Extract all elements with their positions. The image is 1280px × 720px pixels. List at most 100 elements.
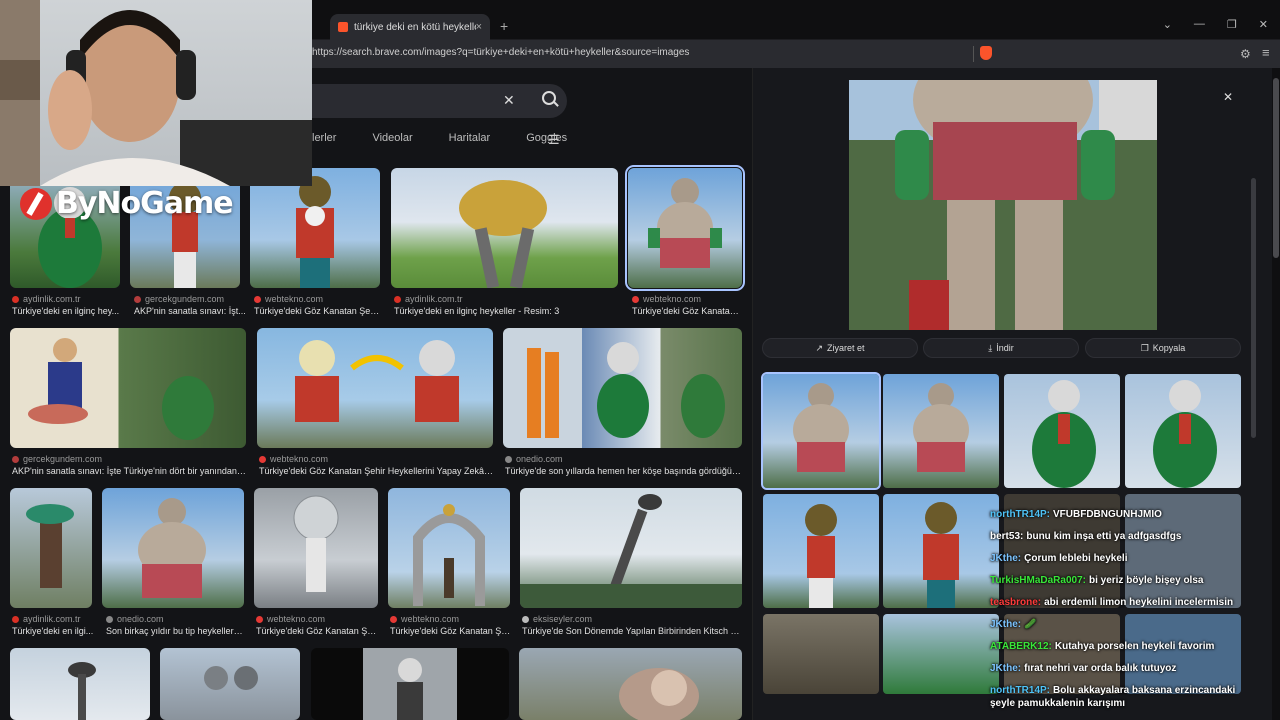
url-text[interactable]: https://search.brave.com/images?q=türkiy…	[312, 47, 689, 58]
minimize-icon[interactable]: —	[1194, 18, 1205, 31]
tab-title: türkiye deki en kötü heykeller - B	[354, 21, 476, 33]
image-result[interactable]	[257, 328, 493, 448]
image-result[interactable]	[160, 648, 300, 720]
tab-videos[interactable]: Videolar	[372, 132, 412, 144]
source-favicon-icon	[390, 615, 397, 623]
statue-thumbnail	[805, 504, 837, 608]
result-source: eksiseyler.com	[522, 614, 592, 624]
chat-text: fırat nehri var orda balık tutuyoz	[1024, 663, 1177, 674]
statue-thumbnail	[28, 338, 214, 440]
chat-message: northTR14P: Bolu akkayalara baksana erzin…	[990, 680, 1250, 710]
similar-image[interactable]	[883, 614, 999, 694]
chat-message: JKthe: fırat nehri var orda balık tutuyoz	[990, 658, 1250, 680]
result-title[interactable]: Türkiye'deki Göz Kanatan ...	[632, 306, 742, 316]
statue-thumbnail	[1153, 380, 1217, 488]
source-favicon-icon	[394, 295, 401, 303]
result-title[interactable]: Türkiye'deki Göz Kanatan Şeh...	[256, 626, 380, 636]
image-result[interactable]	[388, 488, 510, 608]
tab-close-icon[interactable]: ×	[476, 21, 482, 33]
page-scrollbar[interactable]	[1272, 68, 1280, 720]
image-result[interactable]	[520, 488, 742, 608]
image-result[interactable]	[102, 488, 244, 608]
result-title[interactable]: Türkiye'deki Göz Kanatan Şehir Heykeller…	[259, 466, 493, 476]
preview-image[interactable]	[849, 80, 1157, 330]
image-result[interactable]	[503, 328, 742, 448]
brave-shields-icon[interactable]	[980, 46, 992, 60]
source-favicon-icon	[505, 455, 512, 463]
chat-text: VFUBFDBNGUNHJMIO	[1053, 509, 1162, 520]
statue-thumbnail	[293, 495, 339, 592]
lion-statue-thumbnail	[619, 668, 699, 720]
chat-username: JKthe:	[990, 663, 1022, 674]
source-favicon-icon	[12, 295, 19, 303]
result-source: webtekno.com	[254, 294, 323, 304]
similar-image[interactable]	[883, 494, 999, 608]
chat-message: JKthe: 🥒	[990, 614, 1250, 636]
result-title[interactable]: Son birkaç yıldır bu tip heykelleri g...	[106, 626, 244, 636]
image-result[interactable]	[254, 488, 378, 608]
download-button[interactable]: ⤓ İndir	[923, 338, 1079, 358]
result-title[interactable]: Türkiye'deki Göz Kanatan Şehir...	[254, 306, 382, 316]
external-link-icon: ↗	[815, 342, 824, 353]
image-result[interactable]	[10, 488, 92, 608]
result-title[interactable]: Türkiye'deki en ilgi...	[12, 626, 96, 636]
chat-username: ATABERK12:	[990, 641, 1052, 652]
tab-goggles[interactable]: Goggles	[526, 132, 567, 144]
similar-image[interactable]	[763, 494, 879, 608]
window-controls: ⌄ — ❐ ✕	[1163, 18, 1268, 31]
similar-image[interactable]	[1004, 374, 1120, 488]
tab-maps[interactable]: Haritalar	[449, 132, 491, 144]
result-title[interactable]: Türkiye'de son yıllarda hemen her köşe b…	[505, 466, 741, 476]
maximize-icon[interactable]: ❐	[1227, 18, 1237, 31]
chat-text: bunu kim inşa etti ya adfgasdfgs	[1026, 531, 1182, 542]
menu-icon[interactable]: ≡	[1262, 45, 1270, 60]
chat-username: northTR14P:	[990, 685, 1050, 696]
image-result[interactable]	[250, 168, 380, 288]
chat-text: Çorum leblebi heykeli	[1024, 553, 1128, 564]
result-title[interactable]: Türkiye'deki Göz Kanatan Şeh...	[390, 626, 512, 636]
close-preview-icon[interactable]: ✕	[1223, 90, 1233, 104]
browser-tab[interactable]: türkiye deki en kötü heykeller - B ×	[330, 14, 490, 40]
webcam-overlay	[0, 0, 312, 186]
image-result[interactable]	[10, 648, 150, 720]
scrollbar-thumb[interactable]	[1273, 78, 1279, 258]
similar-image[interactable]	[883, 374, 999, 488]
result-source: aydinlik.com.tr	[12, 614, 81, 624]
tab-news[interactable]: lerler	[312, 132, 336, 144]
similar-image[interactable]	[763, 614, 879, 694]
source-favicon-icon	[134, 295, 141, 303]
search-icon[interactable]	[542, 91, 556, 105]
result-title[interactable]: Türkiye'deki en ilginç heykeller - Resim…	[394, 306, 618, 316]
result-title[interactable]: Türkiye'deki en ilginç hey...	[12, 306, 124, 316]
close-window-icon[interactable]: ✕	[1259, 18, 1268, 31]
similar-image-selected[interactable]	[761, 372, 881, 490]
brave-favicon-icon	[338, 22, 348, 32]
result-title[interactable]: AKP'nin sanatla sınavı: İşt...	[134, 306, 246, 316]
result-source: webtekno.com	[390, 614, 459, 624]
source-favicon-icon	[106, 615, 113, 623]
result-title[interactable]: Türkiye'de Son Dönemde Yapılan Birbirind…	[522, 626, 742, 636]
search-input[interactable]	[310, 84, 567, 118]
similar-image[interactable]	[1125, 374, 1241, 488]
result-source: onedio.com	[106, 614, 164, 624]
result-source: gercekgundem.com	[134, 294, 224, 304]
preview-scrollbar[interactable]	[1251, 178, 1256, 438]
new-tab-button[interactable]: +	[500, 18, 508, 34]
image-result[interactable]	[10, 328, 246, 448]
image-result[interactable]	[311, 648, 509, 720]
copy-button[interactable]: ❐ Kopyala	[1085, 338, 1241, 358]
url-divider	[973, 46, 974, 62]
source-favicon-icon	[522, 615, 529, 623]
statue-thumbnail	[138, 498, 206, 598]
extensions-icon[interactable]: ⚙	[1240, 47, 1251, 61]
result-title[interactable]: AKP'nin sanatla sınavı: İşte Türkiye'nin…	[12, 466, 246, 476]
tab-list-icon[interactable]: ⌄	[1163, 18, 1172, 31]
filter-icon[interactable]: ☰	[548, 132, 560, 148]
clear-search-icon[interactable]: ✕	[503, 92, 515, 109]
image-result[interactable]	[519, 648, 742, 720]
source-favicon-icon	[12, 615, 19, 623]
image-result-selected[interactable]	[625, 165, 745, 291]
visit-button[interactable]: ↗ Ziyaret et	[762, 338, 918, 358]
fork-statue-thumbnail	[520, 494, 742, 608]
image-result[interactable]	[391, 168, 618, 288]
